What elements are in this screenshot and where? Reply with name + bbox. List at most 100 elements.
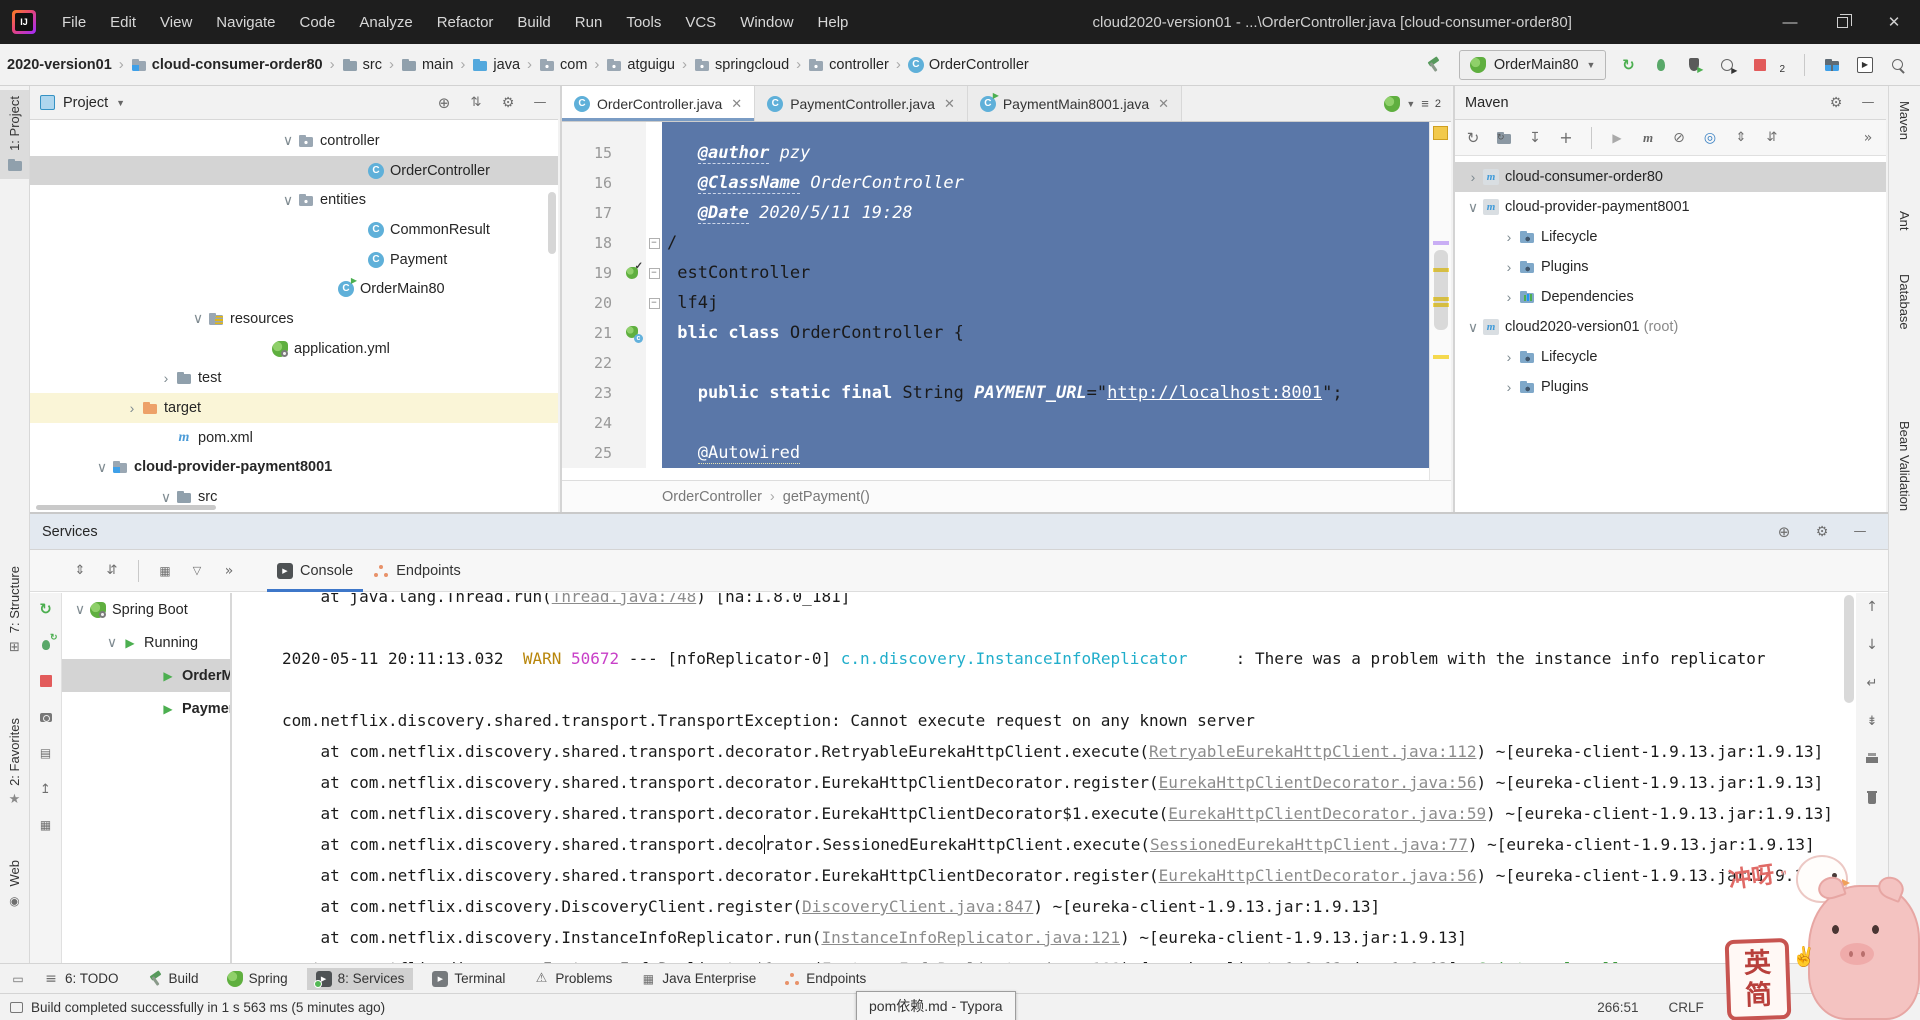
menu-tools[interactable]: Tools <box>614 14 673 31</box>
console-scrollbar[interactable] <box>1844 595 1854 703</box>
rerun-icon[interactable] <box>38 601 54 617</box>
code-line[interactable]: 22 <box>562 348 1429 378</box>
tree-row[interactable]: ∨ Running <box>62 626 230 659</box>
menu-vcs[interactable]: VCS <box>673 14 728 31</box>
maven-goal-icon[interactable] <box>1640 130 1656 146</box>
collapse-all-icon[interactable] <box>104 563 120 579</box>
status-message[interactable]: Build completed successfully in 1 s 563 … <box>31 1000 385 1015</box>
down-icon[interactable] <box>1864 637 1880 653</box>
search-icon[interactable] <box>1890 57 1906 73</box>
chevron-expanded-icon[interactable]: ∨ <box>1463 199 1483 216</box>
code-line[interactable]: 24 <box>562 408 1429 438</box>
stripe-button-7-structure[interactable]: 7: Structure <box>0 560 29 661</box>
console-line[interactable]: at com.netflix.discovery.InstanceInfoRep… <box>282 922 1856 953</box>
rerun-icon[interactable] <box>1620 57 1636 73</box>
tree-row[interactable]: Paymen <box>62 692 238 725</box>
close-icon[interactable]: ✕ <box>944 96 955 112</box>
file-encoding[interactable]: UTF-8 <box>1734 1000 1772 1015</box>
stripe-button-database[interactable]: Database <box>1889 268 1920 336</box>
tree-row[interactable]: › Lifecycle <box>1455 342 1886 372</box>
toolwindow-button-build[interactable]: Build <box>138 968 208 990</box>
spring-leaf-icon[interactable] <box>1384 95 1401 112</box>
tree-row[interactable]: OrderMain80 <box>30 274 558 304</box>
stop-icon[interactable] <box>38 673 54 689</box>
breadcrumb-method[interactable]: getPayment() <box>783 489 870 505</box>
layout-icon[interactable] <box>38 817 54 833</box>
toolwindow-button-6-todo[interactable]: 6: TODO <box>34 968 128 990</box>
hide-icon[interactable] <box>1852 524 1868 540</box>
collapse-all-icon[interactable] <box>1764 130 1780 146</box>
tree-row[interactable]: › target <box>30 393 558 423</box>
refresh-icon[interactable] <box>1465 130 1481 146</box>
tab-endpoints[interactable]: Endpoints <box>363 550 471 592</box>
chevron-expanded-icon[interactable]: ∨ <box>188 310 208 327</box>
stripe-button-bean-validation[interactable]: Bean Validation <box>1889 415 1920 517</box>
softwrap-icon[interactable] <box>1864 675 1880 691</box>
rerun-debug-icon[interactable] <box>38 632 57 653</box>
exit-icon[interactable] <box>38 781 54 797</box>
settings-icon[interactable] <box>1828 95 1844 111</box>
stripe-mark[interactable] <box>1433 355 1449 359</box>
fold-marker-icon[interactable]: − <box>648 267 660 279</box>
stripe-button-web[interactable]: Web <box>0 854 29 915</box>
tree-row[interactable]: › Dependencies <box>1455 282 1886 312</box>
build-project-icon[interactable] <box>1425 57 1441 73</box>
menu-file[interactable]: File <box>50 14 98 31</box>
code-line[interactable]: 21 blic class OrderController { <box>562 318 1429 348</box>
hide-icon[interactable] <box>532 95 548 111</box>
code-line[interactable]: 15 @author pzy <box>562 138 1429 168</box>
tree-row[interactable]: › cloud-consumer-order80 <box>1455 162 1886 192</box>
chevron-collapsed-icon[interactable]: › <box>1499 379 1519 395</box>
project-structure-icon[interactable] <box>1824 57 1840 73</box>
menu-build[interactable]: Build <box>505 14 562 31</box>
console-line[interactable]: at com.netflix.discovery.shared.transpor… <box>282 798 1856 829</box>
breadcrumb-item[interactable]: springcloud <box>694 57 789 73</box>
breadcrumb-item[interactable]: OrderController <box>907 56 1029 73</box>
line-separator[interactable]: CRLF <box>1668 1000 1703 1015</box>
expand-all-icon[interactable] <box>1733 130 1749 146</box>
download-icon[interactable] <box>1527 130 1543 146</box>
chevron-expanded-icon[interactable]: ∨ <box>278 132 298 149</box>
generate-sources-icon[interactable] <box>1496 130 1512 146</box>
more-icon[interactable] <box>1860 130 1876 146</box>
breadcrumb-item[interactable]: cloud-consumer-order80 <box>131 57 323 73</box>
chevron-down-icon[interactable]: ▼ <box>1406 99 1415 109</box>
toolwindow-switcher-icon[interactable] <box>10 971 26 987</box>
tree-row[interactable]: ∨ Spring Boot <box>62 593 230 626</box>
fold-marker-icon[interactable]: − <box>648 237 660 249</box>
chevron-expanded-icon[interactable]: ∨ <box>102 634 122 651</box>
horizontal-scrollbar[interactable] <box>36 505 216 510</box>
menu-code[interactable]: Code <box>287 14 347 31</box>
console-line[interactable]: 2020-05-11 20:11:13.032 WARN 50672 --- [… <box>282 643 1856 674</box>
add-icon[interactable] <box>1558 130 1574 146</box>
locate-icon[interactable] <box>436 95 452 111</box>
code-editor[interactable]: 15 @author pzy 16 @ClassName OrderControl… <box>562 122 1429 480</box>
tree-row[interactable]: OrderController <box>30 155 558 186</box>
toolwindow-button-8-services[interactable]: 8: Services <box>306 967 414 990</box>
more-icon[interactable] <box>221 563 237 579</box>
stripe-button-2-favorites[interactable]: 2: Favorites <box>0 712 29 814</box>
breadcrumb-item[interactable]: atguigu <box>606 57 675 73</box>
breadcrumb-item[interactable]: controller <box>808 57 889 73</box>
tab-ordercontroller-java[interactable]: OrderController.java ✕ <box>562 86 756 121</box>
expand-all-icon[interactable] <box>72 563 88 579</box>
tab-paymentmain8001-java[interactable]: PaymentMain8001.java ✕ <box>967 86 1183 121</box>
hidden-tabs-icon[interactable]: ≡ <box>1421 96 1429 111</box>
locate-icon[interactable] <box>1776 524 1792 540</box>
menu-analyze[interactable]: Analyze <box>347 14 424 31</box>
tab-paymentcontroller-java[interactable]: PaymentController.java ✕ <box>755 86 968 121</box>
menu-window[interactable]: Window <box>728 14 805 31</box>
menu-help[interactable]: Help <box>806 14 861 31</box>
close-button[interactable]: ✕ <box>1868 0 1920 44</box>
breadcrumb-item[interactable]: java <box>472 57 520 73</box>
console-line[interactable]: at java.lang.Thread.run(Thread.java:748)… <box>282 593 1856 612</box>
scrollend-icon[interactable] <box>1864 713 1880 729</box>
tree-row[interactable]: ∨ resources <box>30 304 558 334</box>
group-icon[interactable] <box>157 563 173 579</box>
maximize-button[interactable] <box>1816 0 1868 44</box>
menu-run[interactable]: Run <box>563 14 615 31</box>
tree-row[interactable]: ∨ controller <box>30 126 558 156</box>
close-icon[interactable]: ✕ <box>731 96 742 112</box>
close-icon[interactable]: ✕ <box>1158 96 1169 112</box>
console-line[interactable]: at com.netflix.discovery.shared.transpor… <box>282 767 1856 798</box>
